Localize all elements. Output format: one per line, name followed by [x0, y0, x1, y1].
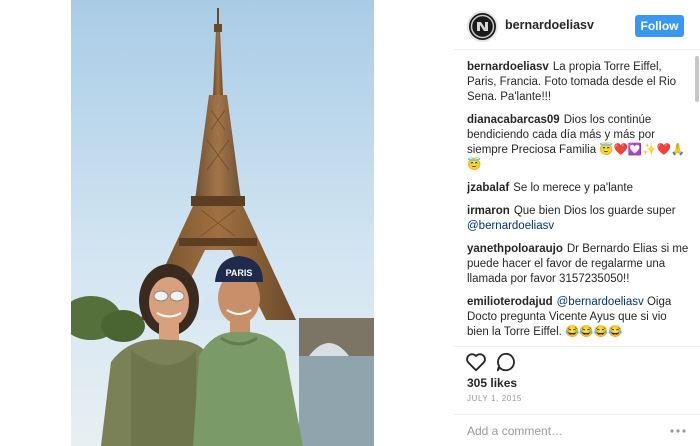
comment: irmaron Que bien Dios los guarde super @b…: [467, 204, 689, 234]
add-comment-bar: [453, 414, 700, 446]
comment: jzabalaf Se lo merece y pa'lante: [467, 181, 689, 196]
post-date: JULY 1, 2015: [467, 394, 522, 403]
comment-username[interactable]: dianacabarcas09: [467, 114, 560, 126]
profile-logo-icon: [470, 14, 495, 39]
comment: emilioterodajud @bernardoeliasv Oiga Doct…: [467, 295, 689, 340]
heart-icon[interactable]: [465, 351, 487, 373]
post-photo[interactable]: PARIS: [71, 0, 374, 446]
avatar[interactable]: [467, 11, 498, 42]
post-side-panel: bernardoeliasv Follow bernardoeliasv La p…: [453, 0, 700, 446]
post-actions: 305 likes JULY 1, 2015: [453, 346, 700, 446]
likes-count[interactable]: 305 likes: [467, 376, 517, 390]
follow-button[interactable]: Follow: [635, 15, 684, 37]
comment-username[interactable]: irmaron: [467, 205, 510, 217]
comments-scrollbar[interactable]: [695, 56, 699, 102]
cap-text: PARIS: [226, 268, 253, 278]
comment-username[interactable]: bernardoeliasv: [467, 61, 549, 73]
comment-username[interactable]: jzabalaf: [467, 182, 509, 194]
comment-icon[interactable]: [495, 351, 517, 373]
eiffel-tower-photo: PARIS: [71, 0, 374, 446]
comment-username[interactable]: yanethpoloaraujo: [467, 243, 563, 255]
post-header: bernardoeliasv Follow: [453, 0, 700, 50]
instagram-post: PARIS bernardoeliasv Follow bernardoelia…: [0, 0, 700, 446]
add-comment-input[interactable]: [467, 423, 657, 439]
more-icon[interactable]: [669, 426, 687, 436]
comment-mention[interactable]: @bernardoeliasv: [557, 296, 644, 308]
comment-text: Que bien Dios los guarde super: [513, 205, 676, 217]
comment-text: Se lo merece y pa'lante: [513, 182, 634, 194]
comment: dianacabarcas09 Dios los continúe bendici…: [467, 113, 689, 173]
comment-mention[interactable]: @bernardoeliasv: [467, 220, 554, 232]
comments-list: bernardoeliasv La propia Torre Eiffel, Pa…: [467, 60, 689, 340]
post-author-username[interactable]: bernardoeliasv: [505, 18, 594, 32]
comment: yanethpoloaraujo Dr Bernardo Elias si me …: [467, 242, 689, 287]
comment-caption: bernardoeliasv La propia Torre Eiffel, Pa…: [467, 60, 689, 105]
comment-username[interactable]: emilioterodajud: [467, 296, 553, 308]
